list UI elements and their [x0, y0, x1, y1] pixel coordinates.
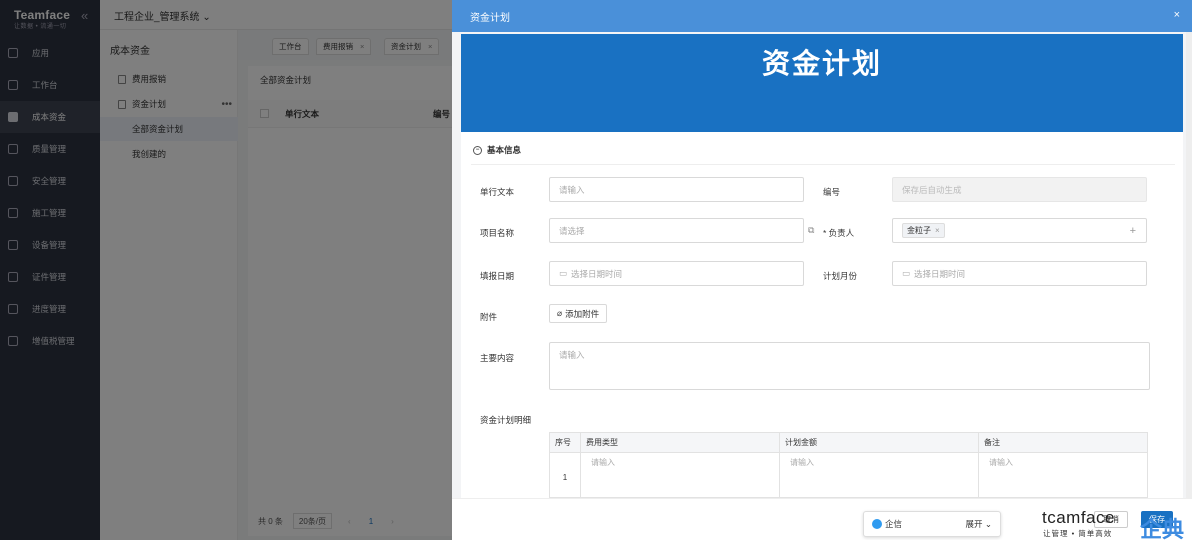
im-label: 企信 [885, 519, 903, 529]
section-title: 基本信息 [487, 145, 522, 155]
content-textarea[interactable]: 请输入 [549, 342, 1150, 390]
copy-icon[interactable]: ⧉ [808, 225, 814, 236]
calendar-icon: ▭ [559, 268, 568, 278]
text-input[interactable]: 请输入 [549, 177, 804, 202]
placeholder: 请选择 [559, 225, 585, 236]
watermark-cn: 企典 [1140, 517, 1185, 540]
column-header: 计划金额 [780, 433, 979, 452]
column-header: 备注 [984, 438, 1000, 447]
button-label: 添加附件 [565, 308, 600, 319]
fund-plan-drawer: 资金计划 × 资金计划 − 基本信息 单行文本 请输入 编号 保存后自动生成 项目… [452, 0, 1192, 540]
field-label: 项目名称 [480, 228, 515, 238]
placeholder: 选择日期时间 [571, 268, 623, 279]
watermark-tagline: 让管理 • 简单高效 [1043, 529, 1113, 538]
drawer-title: 资金计划 [470, 12, 510, 24]
owner-picker[interactable]: 金粒子 × + [892, 218, 1147, 243]
divider [471, 164, 1175, 165]
remove-icon[interactable]: × [935, 226, 940, 235]
date-picker[interactable]: ▭ 选择日期时间 [549, 261, 804, 286]
month-picker[interactable]: ▭ 选择日期时间 [892, 261, 1147, 286]
plus-icon[interactable]: + [1130, 225, 1136, 237]
drawer-header: 资金计划 × [452, 0, 1192, 32]
field-label: * 负责人 [823, 228, 855, 238]
chat-icon [872, 519, 882, 529]
placeholder: 保存后自动生成 [902, 184, 962, 195]
paperclip-icon: ⌀ [557, 308, 563, 318]
placeholder: 选择日期时间 [914, 268, 966, 279]
detail-table: 序号 费用类型 计划金额 备注 1 请输入 请输入 请输入 [549, 432, 1148, 498]
column-header: 序号 [550, 433, 581, 452]
owner-tag: 金粒子 × [902, 223, 945, 238]
expense-type-input[interactable]: 请输入 [581, 453, 780, 497]
amount-input[interactable]: 请输入 [780, 453, 979, 497]
close-icon[interactable]: × [1174, 9, 1180, 21]
code-input: 保存后自动生成 [892, 177, 1147, 202]
im-widget[interactable]: 企信 展开 ⌄ [863, 511, 1001, 537]
field-label: 填报日期 [480, 271, 515, 281]
section-basic-info[interactable]: − 基本信息 [473, 144, 521, 156]
expand-label: 展开 [965, 519, 983, 529]
drawer-body: 资金计划 − 基本信息 单行文本 请输入 编号 保存后自动生成 项目名称 请选择 … [452, 32, 1192, 508]
column-header: 费用类型 [581, 433, 780, 452]
detail-table-header: 序号 费用类型 计划金额 备注 [550, 433, 1147, 453]
field-label: 附件 [480, 312, 498, 322]
row-index: 1 [550, 453, 581, 497]
field-label: 主要内容 [480, 353, 515, 363]
remark-input[interactable]: 请输入 [979, 453, 1147, 497]
watermark-brand: tcamface [1042, 508, 1115, 527]
expand-toggle[interactable]: 展开 ⌄ [966, 518, 993, 530]
field-label: 资金计划明细 [480, 415, 532, 425]
tag-label: 金粒子 [907, 226, 931, 235]
app-root: Teamface 让数据 • 流通一切 « 应用 工作台 成本资金 质量管理 安… [0, 0, 1192, 540]
form-panel: 资金计划 − 基本信息 单行文本 请输入 编号 保存后自动生成 项目名称 请选择 … [461, 34, 1183, 508]
placeholder: 请输入 [559, 184, 585, 195]
calendar-icon: ▭ [902, 268, 911, 278]
collapse-circle-icon: − [473, 145, 482, 155]
table-row: 1 请输入 请输入 请输入 [550, 453, 1147, 497]
placeholder: 请输入 [559, 350, 585, 360]
add-attachment-button[interactable]: ⌀ 添加附件 [549, 304, 608, 323]
project-select[interactable]: 请选择 [549, 218, 804, 243]
field-label: 编号 [823, 187, 841, 197]
field-label: 计划月份 [823, 271, 858, 281]
form-banner: 资金计划 [461, 34, 1183, 132]
scrollbar[interactable] [1186, 32, 1192, 498]
field-label: 单行文本 [480, 187, 515, 197]
